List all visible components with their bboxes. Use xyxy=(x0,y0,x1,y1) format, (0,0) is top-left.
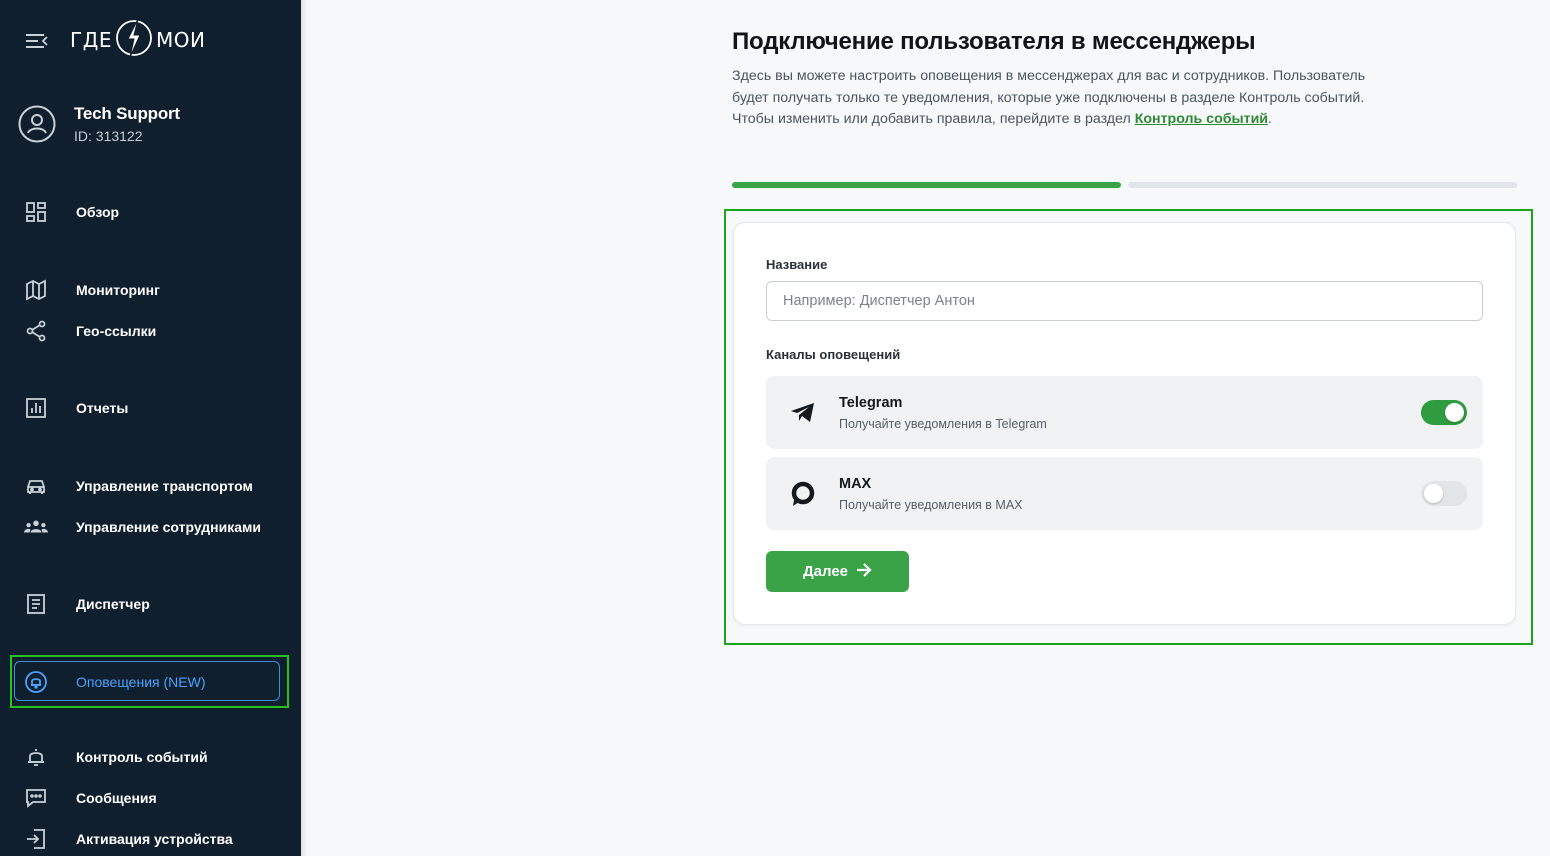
logo-text-left: ГДЕ xyxy=(70,28,112,52)
sidebar-item-event-control[interactable]: Контроль событий xyxy=(24,743,208,771)
sidebar-item-label: Активация устройства xyxy=(76,831,233,847)
progress-step-2 xyxy=(1128,182,1517,188)
sidebar-item-label: Мониторинг xyxy=(76,282,160,298)
description-end: . xyxy=(1268,111,1272,127)
toggle-knob xyxy=(1445,403,1464,422)
logo-text-right: МОИ xyxy=(155,28,206,52)
sidebar-shadow xyxy=(301,0,307,856)
sidebar-item-label: Обзор xyxy=(76,204,120,220)
page-title: Подключение пользователя в мессенджеры xyxy=(732,28,1256,55)
dashboard-icon xyxy=(24,200,48,224)
next-button[interactable]: Далее xyxy=(766,551,909,592)
sidebar-item-overview[interactable]: Обзор xyxy=(24,198,119,226)
name-input[interactable] xyxy=(766,281,1483,321)
sidebar-item-employees[interactable]: Управление сотрудниками xyxy=(24,513,261,541)
chat-icon xyxy=(24,786,48,810)
progress-step-1 xyxy=(732,182,1121,188)
document-icon xyxy=(24,592,48,616)
event-control-link[interactable]: Контроль событий xyxy=(1135,111,1268,127)
next-button-label: Далее xyxy=(802,563,849,580)
user-name: Tech Support xyxy=(74,104,180,123)
sidebar-item-notifications[interactable]: Оповещения (NEW) xyxy=(24,668,205,696)
user-id: ID: 313122 xyxy=(74,128,143,144)
sidebar-item-label: Управление транспортом xyxy=(76,478,253,494)
avatar-icon xyxy=(18,105,56,143)
sidebar-item-reports[interactable]: Отчеты xyxy=(24,394,128,422)
toggle-knob xyxy=(1424,484,1443,503)
car-icon xyxy=(24,474,48,498)
arrow-right-icon xyxy=(856,562,872,581)
channel-subtitle: Получайте уведомления в MAX xyxy=(839,498,1023,512)
sidebar-item-geo-links[interactable]: Гео-ссылки xyxy=(24,317,156,345)
max-icon xyxy=(788,479,818,509)
chart-icon xyxy=(24,396,48,420)
sidebar-item-label: Сообщения xyxy=(76,790,157,806)
share-icon xyxy=(24,319,48,343)
logo[interactable]: ГДЕ МОИ xyxy=(70,18,205,62)
sidebar-item-label: Отчеты xyxy=(76,400,129,416)
telegram-toggle[interactable] xyxy=(1421,400,1467,425)
channel-telegram: Telegram Получайте уведомления в Telegra… xyxy=(766,376,1483,449)
sidebar-item-label: Управление сотрудниками xyxy=(76,519,261,535)
page-description: Здесь вы можете настроить оповещения в м… xyxy=(732,66,1392,131)
people-icon xyxy=(24,515,48,539)
sidebar-item-dispatcher[interactable]: Диспетчер xyxy=(24,590,150,618)
sidebar-item-label: Оповещения (NEW) xyxy=(76,674,206,690)
max-toggle[interactable] xyxy=(1421,481,1467,506)
sidebar-item-monitoring[interactable]: Мониторинг xyxy=(24,276,160,304)
channel-name: Telegram xyxy=(839,395,903,411)
name-field-label: Название xyxy=(766,257,828,272)
sidebar-item-label: Контроль событий xyxy=(76,749,208,765)
sidebar-item-messages[interactable]: Сообщения xyxy=(24,784,157,812)
sidebar-item-label: Гео-ссылки xyxy=(76,323,157,339)
login-icon xyxy=(24,827,48,851)
channel-subtitle: Получайте уведомления в Telegram xyxy=(839,417,1047,431)
channels-label: Каналы оповещений xyxy=(766,347,901,362)
channel-max: MAX Получайте уведомления в MAX xyxy=(766,457,1483,530)
telegram-icon xyxy=(788,398,818,428)
sidebar: ГДЕ МОИ Tech Support ID: 313122 Обзор Мо… xyxy=(0,0,301,856)
user-profile[interactable]: Tech Support ID: 313122 xyxy=(18,104,180,144)
bell-icon xyxy=(24,745,48,769)
compass-logo-icon xyxy=(114,17,154,64)
map-icon xyxy=(24,278,48,302)
sidebar-item-transport[interactable]: Управление транспортом xyxy=(24,472,253,500)
menu-collapse-icon[interactable] xyxy=(26,32,48,50)
notification-circle-icon xyxy=(24,670,48,694)
sidebar-item-device-activation[interactable]: Активация устройства xyxy=(24,825,233,853)
channel-name: MAX xyxy=(839,476,872,492)
sidebar-item-label: Диспетчер xyxy=(76,596,150,612)
